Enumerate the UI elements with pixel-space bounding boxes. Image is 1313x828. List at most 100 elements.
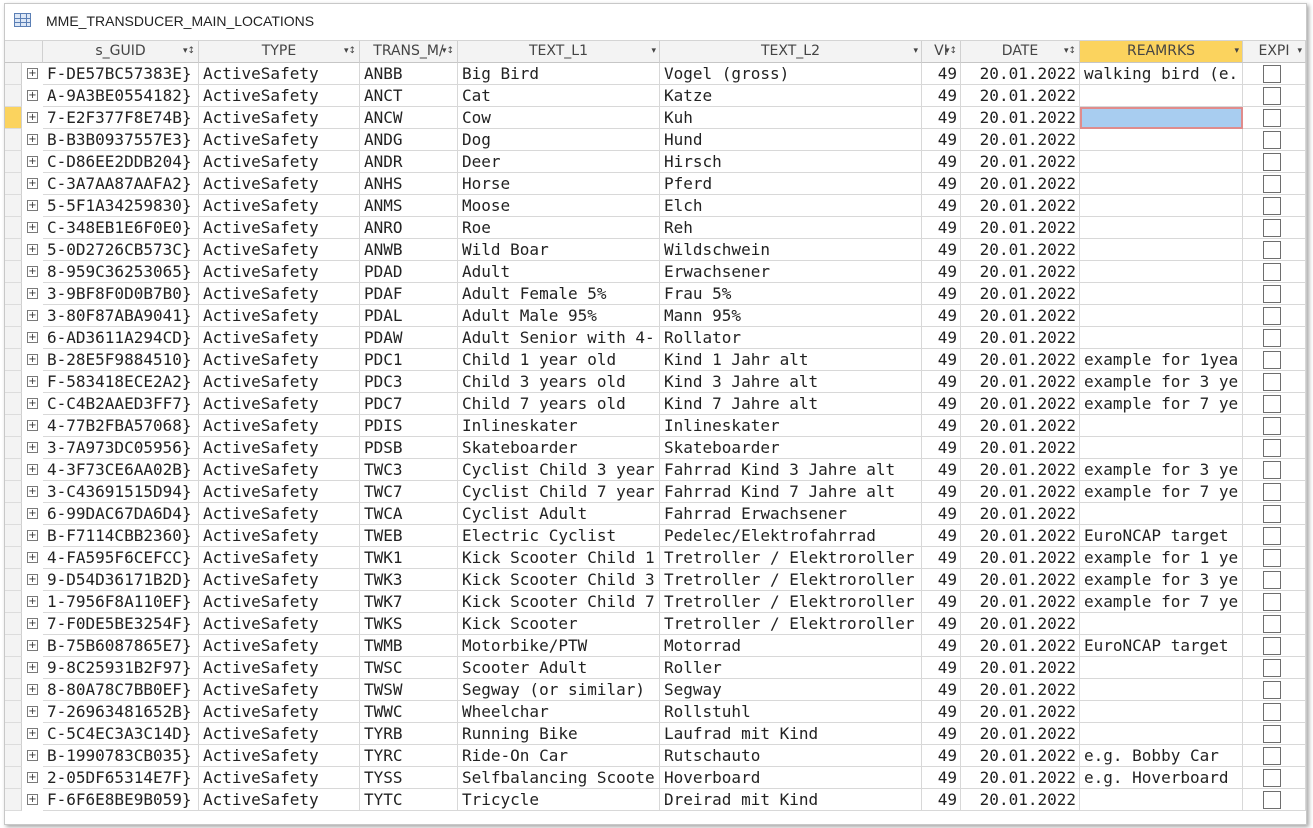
cell-guid[interactable]: B-1990783CB035} xyxy=(43,745,199,767)
table-row[interactable]: +8-80A78C7BB0EF} ActiveSafety TWSW Segway (… xyxy=(5,679,1306,701)
cell-vi[interactable]: 49 xyxy=(922,525,961,547)
expand-plus-icon[interactable]: + xyxy=(27,552,38,563)
expi-checkbox[interactable] xyxy=(1263,681,1281,699)
expand-plus-icon[interactable]: + xyxy=(27,244,38,255)
cell-guid[interactable]: 5-5F1A34259830} xyxy=(43,195,199,217)
expand-plus-icon[interactable]: + xyxy=(27,310,38,321)
column-header-expi[interactable]: EXPI ▾ xyxy=(1243,41,1306,63)
cell-guid[interactable]: A-9A3BE0554182} xyxy=(43,85,199,107)
cell-code[interactable]: ANHS xyxy=(360,173,458,195)
expi-checkbox[interactable] xyxy=(1263,483,1281,501)
expi-checkbox[interactable] xyxy=(1263,791,1281,809)
cell-expi[interactable] xyxy=(1243,569,1306,591)
record-selector[interactable] xyxy=(5,437,22,459)
cell-code[interactable]: PDC7 xyxy=(360,393,458,415)
cell-date[interactable]: 20.01.2022 xyxy=(961,305,1080,327)
cell-vi[interactable]: 49 xyxy=(922,481,961,503)
cell-l1[interactable]: Adult Female 5% xyxy=(458,283,660,305)
cell-code[interactable]: TWWC xyxy=(360,701,458,723)
expand-plus-icon[interactable]: + xyxy=(27,706,38,717)
cell-l1[interactable]: Cyclist Child 7 year xyxy=(458,481,660,503)
record-selector[interactable] xyxy=(5,723,22,745)
expand-plus-icon[interactable]: + xyxy=(27,640,38,651)
record-selector[interactable] xyxy=(5,679,22,701)
dropdown-arrow-icon[interactable]: ▾↕ xyxy=(344,41,356,62)
cell-type[interactable]: ActiveSafety xyxy=(199,635,360,657)
cell-type[interactable]: ActiveSafety xyxy=(199,327,360,349)
cell-remarks[interactable] xyxy=(1080,789,1243,811)
expi-checkbox[interactable] xyxy=(1263,527,1281,545)
table-row[interactable]: + C-5C4EC3A3C14D} ActiveSafety TYRB Running … xyxy=(5,723,1306,745)
cell-l2[interactable]: Roller xyxy=(660,657,922,679)
cell-l1[interactable]: Cow xyxy=(458,107,660,129)
table-row[interactable]: + A-9A3BE0554182} ActiveSafety ANCT Cat Katze… xyxy=(5,85,1306,107)
record-selector[interactable] xyxy=(5,767,22,789)
cell-l2[interactable]: Mann 95% xyxy=(660,305,922,327)
cell-vi[interactable]: 49 xyxy=(922,107,961,129)
table-row[interactable]: + C-3A7AA87AAFA2} ActiveSafety ANHS Horse Pfe… xyxy=(5,173,1306,195)
expand-plus-icon[interactable]: + xyxy=(27,90,38,101)
column-header-date[interactable]: DATE ▾↕ xyxy=(961,41,1080,63)
table-row[interactable]: +6-AD3611A294CD} ActiveSafety PDAW Adult Se… xyxy=(5,327,1306,349)
cell-l1[interactable]: Kick Scooter Child 7 xyxy=(458,591,660,613)
dropdown-arrow-icon[interactable]: ▾↕ xyxy=(1064,41,1076,62)
record-selector[interactable] xyxy=(5,635,22,657)
expand-plus-icon[interactable]: + xyxy=(27,68,38,79)
expi-checkbox[interactable] xyxy=(1263,571,1281,589)
cell-code[interactable]: TWSW xyxy=(360,679,458,701)
record-selector[interactable] xyxy=(5,591,22,613)
cell-expi[interactable] xyxy=(1243,459,1306,481)
record-selector[interactable] xyxy=(5,85,22,107)
table-row[interactable]: +7-26963481652B} ActiveSafety TWWC Wheelcha… xyxy=(5,701,1306,723)
cell-remarks[interactable]: example for 3 ye xyxy=(1080,459,1243,481)
column-header-l2[interactable]: TEXT_L2 ▾ xyxy=(660,41,922,63)
cell-expi[interactable] xyxy=(1243,591,1306,613)
cell-date[interactable]: 20.01.2022 xyxy=(961,481,1080,503)
cell-type[interactable]: ActiveSafety xyxy=(199,613,360,635)
cell-expi[interactable] xyxy=(1243,85,1306,107)
cell-type[interactable]: ActiveSafety xyxy=(199,371,360,393)
cell-date[interactable]: 20.01.2022 xyxy=(961,547,1080,569)
cell-l1[interactable]: Electric Cyclist xyxy=(458,525,660,547)
cell-vi[interactable]: 49 xyxy=(922,327,961,349)
cell-guid[interactable]: 1-7956F8A110EF} xyxy=(43,591,199,613)
cell-l1[interactable]: Big Bird xyxy=(458,63,660,85)
cell-code[interactable]: PDC1 xyxy=(360,349,458,371)
expi-checkbox[interactable] xyxy=(1263,285,1281,303)
cell-date[interactable]: 20.01.2022 xyxy=(961,217,1080,239)
cell-remarks[interactable] xyxy=(1080,723,1243,745)
expand-plus-icon[interactable]: + xyxy=(27,420,38,431)
cell-type[interactable]: ActiveSafety xyxy=(199,503,360,525)
cell-expi[interactable] xyxy=(1243,481,1306,503)
expand-plus-icon[interactable]: + xyxy=(27,794,38,805)
cell-date[interactable]: 20.01.2022 xyxy=(961,129,1080,151)
record-selector[interactable] xyxy=(5,107,22,129)
cell-vi[interactable]: 49 xyxy=(922,437,961,459)
cell-type[interactable]: ActiveSafety xyxy=(199,701,360,723)
cell-l2[interactable]: Hoverboard xyxy=(660,767,922,789)
cell-code[interactable]: ANMS xyxy=(360,195,458,217)
cell-l1[interactable]: Child 7 years old xyxy=(458,393,660,415)
cell-remarks[interactable]: example for 7 ye xyxy=(1080,481,1243,503)
cell-date[interactable]: 20.01.2022 xyxy=(961,613,1080,635)
record-selector[interactable] xyxy=(5,371,22,393)
record-selector[interactable] xyxy=(5,239,22,261)
cell-date[interactable]: 20.01.2022 xyxy=(961,591,1080,613)
cell-l1[interactable]: Cat xyxy=(458,85,660,107)
cell-date[interactable]: 20.01.2022 xyxy=(961,371,1080,393)
cell-date[interactable]: 20.01.2022 xyxy=(961,767,1080,789)
expand-plus-icon[interactable]: + xyxy=(27,530,38,541)
cell-remarks[interactable] xyxy=(1080,107,1243,129)
table-row[interactable]: +3-9BF8F0D0B7B0} ActiveSafety PDAF Adult Fe… xyxy=(5,283,1306,305)
expi-checkbox[interactable] xyxy=(1263,505,1281,523)
cell-vi[interactable]: 49 xyxy=(922,701,961,723)
cell-vi[interactable]: 49 xyxy=(922,503,961,525)
cell-date[interactable]: 20.01.2022 xyxy=(961,327,1080,349)
table-row[interactable]: + F-583418ECE2A2} ActiveSafety PDC3 Child 3 … xyxy=(5,371,1306,393)
cell-l2[interactable]: Fahrrad Kind 3 Jahre alt xyxy=(660,459,922,481)
cell-l2[interactable]: Inlineskater xyxy=(660,415,922,437)
cell-l2[interactable]: Fahrrad Erwachsener xyxy=(660,503,922,525)
cell-guid[interactable]: B-B3B0937557E3} xyxy=(43,129,199,151)
cell-guid[interactable]: C-348EB1E6F0E0} xyxy=(43,217,199,239)
expi-checkbox[interactable] xyxy=(1263,417,1281,435)
